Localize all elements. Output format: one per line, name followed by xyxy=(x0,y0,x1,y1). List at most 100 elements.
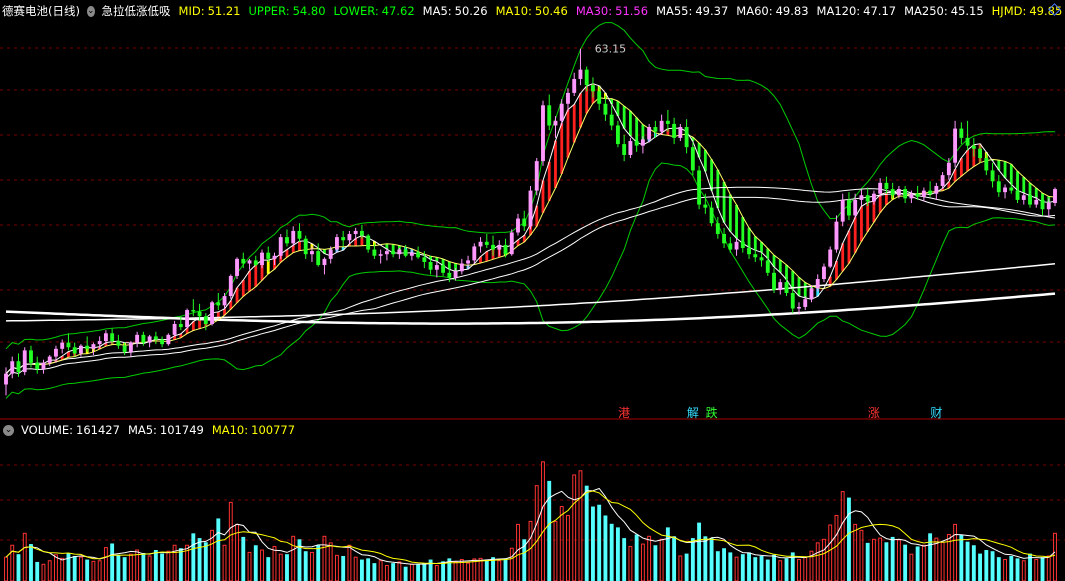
volume-bar xyxy=(41,563,46,581)
volume-bar xyxy=(97,560,102,581)
volume-bar xyxy=(940,541,945,581)
candle-body xyxy=(203,316,208,324)
event-marker[interactable]: 解 xyxy=(687,404,699,421)
candle-body xyxy=(965,137,970,146)
volume-bar xyxy=(47,560,52,581)
candle-body xyxy=(953,128,958,163)
candle-body xyxy=(197,311,202,317)
event-marker[interactable]: 财 xyxy=(930,404,942,421)
volume-bar xyxy=(1046,555,1051,581)
volume-bar xyxy=(472,558,477,581)
candle-body xyxy=(22,350,27,373)
volume-bar xyxy=(78,556,83,581)
volume-bar xyxy=(441,561,446,581)
volume-bar xyxy=(141,552,146,581)
candle-body xyxy=(747,248,751,255)
candle-body xyxy=(547,105,552,126)
candle-body xyxy=(1009,187,1014,191)
candle-body xyxy=(803,299,808,307)
event-marker[interactable]: 跌 xyxy=(706,404,718,421)
candle-body xyxy=(72,347,77,354)
candle-body xyxy=(959,128,964,138)
volume-bar xyxy=(1015,558,1020,581)
candle-body xyxy=(347,234,352,241)
volume-bar xyxy=(303,551,308,581)
candle-body xyxy=(472,246,477,261)
volume-bar xyxy=(690,538,695,581)
volume-bar xyxy=(297,539,302,581)
volume-bar xyxy=(578,470,583,581)
candle-body xyxy=(228,275,233,297)
volume-bar xyxy=(528,520,533,581)
candle-body xyxy=(503,244,508,255)
volume-bar xyxy=(503,558,508,581)
candle-body xyxy=(622,144,627,155)
volume-bar xyxy=(591,506,595,581)
candle-body xyxy=(946,162,951,176)
event-marker[interactable]: 港 xyxy=(618,404,630,421)
candle-body xyxy=(359,230,364,236)
candle-body xyxy=(422,257,427,262)
candle-body xyxy=(191,310,196,312)
volume-bar xyxy=(409,563,414,581)
candle-body xyxy=(928,190,933,194)
candle-body xyxy=(447,272,452,278)
candle-body xyxy=(278,237,283,256)
volume-bar xyxy=(366,558,371,581)
candle-body xyxy=(659,120,664,132)
candle-body xyxy=(678,127,683,138)
candle-body xyxy=(709,207,714,224)
candle-body xyxy=(110,333,115,342)
kline-chart[interactable]: 63.15 xyxy=(0,0,1065,581)
volume-bar xyxy=(1053,532,1057,581)
candle-body xyxy=(85,345,90,349)
candle-body xyxy=(778,282,783,290)
candle-body xyxy=(122,345,127,352)
candle-body xyxy=(235,258,239,276)
event-marker[interactable]: 涨 xyxy=(868,404,880,421)
volume-bar xyxy=(178,548,183,581)
volume-bar xyxy=(228,501,233,581)
candle-body xyxy=(597,91,602,104)
candle-body xyxy=(428,261,433,270)
candle-body xyxy=(572,78,577,93)
volume-bar xyxy=(978,553,983,581)
candle-body xyxy=(4,373,8,385)
volume-bar xyxy=(534,485,539,581)
candle-body xyxy=(990,170,995,182)
candle-body xyxy=(553,120,558,126)
volume-bar xyxy=(740,554,745,581)
candle-body xyxy=(615,125,620,145)
candle-body xyxy=(78,345,83,354)
volume-bar xyxy=(834,514,839,581)
volume-bar xyxy=(765,559,770,581)
volume-bar xyxy=(516,523,520,581)
candle-body xyxy=(859,195,864,200)
volume-bar xyxy=(996,557,1001,581)
volume-bar xyxy=(659,538,664,581)
volume-bar xyxy=(871,538,876,581)
volume-bar xyxy=(466,562,470,581)
volume-bar xyxy=(328,542,333,581)
candle-body xyxy=(453,271,458,278)
volume-bar xyxy=(965,541,970,581)
candle-body xyxy=(541,105,545,162)
candle-body xyxy=(847,199,851,216)
candle-body xyxy=(797,306,801,309)
candle-body xyxy=(865,195,870,202)
volume-bar xyxy=(884,542,889,581)
volume-bar xyxy=(928,533,933,581)
candle-body xyxy=(634,140,639,146)
volume-bar xyxy=(291,535,296,581)
volume-bar xyxy=(203,542,208,581)
volume-bar xyxy=(584,485,589,581)
volume-bar xyxy=(22,532,27,581)
candle-body xyxy=(60,342,65,349)
candle-body xyxy=(1028,195,1032,205)
volume-bar xyxy=(272,545,277,581)
volume-bar xyxy=(122,557,127,581)
candle-body xyxy=(153,336,158,340)
volume-bar xyxy=(728,552,733,581)
volume-bar xyxy=(678,555,683,581)
volume-bar xyxy=(759,555,764,581)
